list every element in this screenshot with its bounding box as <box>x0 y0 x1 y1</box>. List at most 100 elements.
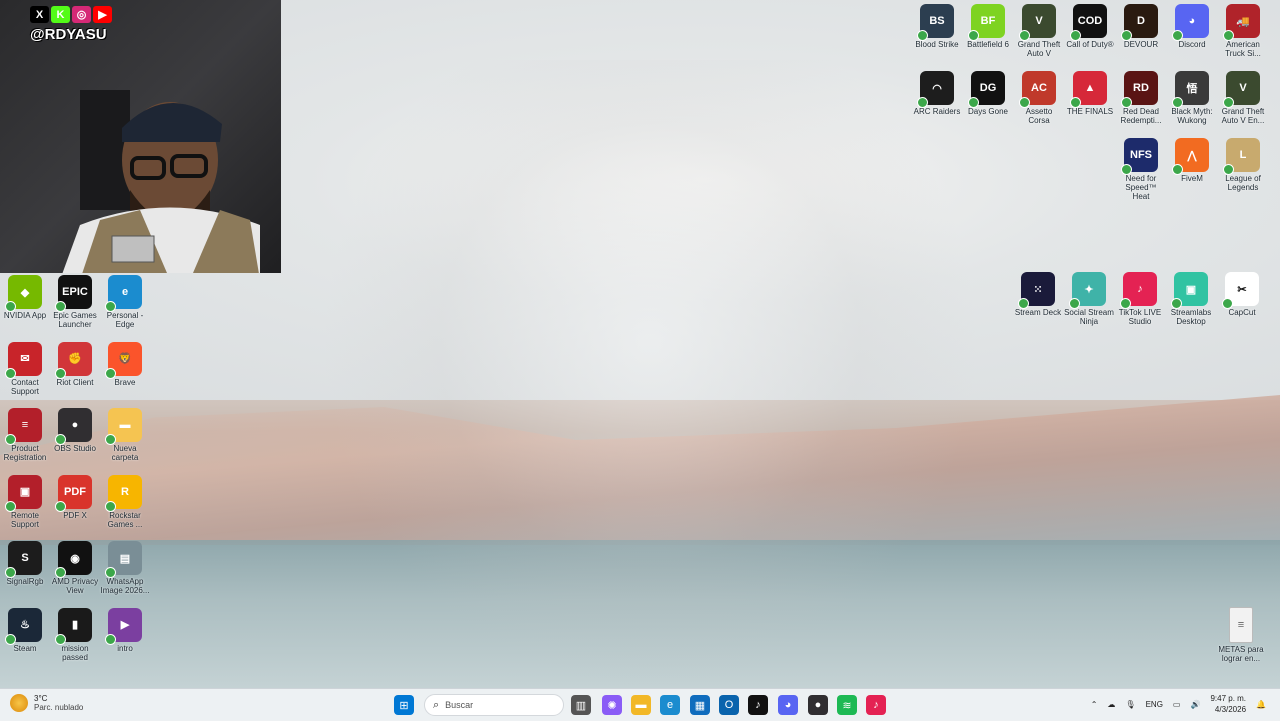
desktop-icon-product-registration[interactable]: ≡ Product Registration <box>0 408 50 462</box>
desktop-icon-image-file[interactable]: ▤ WhatsApp Image 2026... <box>100 541 150 595</box>
desktop-icon-contact-support[interactable]: ✉ Contact Support <box>0 341 50 396</box>
desktop-icon-edge[interactable]: e Personal - Edge <box>100 275 150 329</box>
folder-icon: ▬ <box>105 408 142 445</box>
desktop-icon-black-myth[interactable]: 悟 Black Myth: Wukong <box>1167 71 1217 125</box>
desktop-icon-label: Product Registration <box>3 444 47 462</box>
spotify-icon[interactable]: ≋ <box>837 695 857 715</box>
desktop-icon-assetto-corsa[interactable]: AC Assetto Corsa <box>1014 71 1064 125</box>
notification-bell-icon[interactable]: 🔔 <box>1256 700 1266 709</box>
nvidia-icon: ◆ <box>5 275 42 312</box>
x-icon: X <box>30 6 49 23</box>
desktop-icon-gta-v-enhanced[interactable]: V Grand Theft Auto V En... <box>1218 71 1268 125</box>
file-explorer-icon[interactable]: ▬ <box>631 695 651 715</box>
desktop-icon-remote-support[interactable]: ▣ Remote Support <box>0 474 50 529</box>
desktop-icon-red-dead[interactable]: RD Red Dead Redempti... <box>1116 71 1166 125</box>
desktop-icon-days-gone[interactable]: DG Days Gone <box>963 71 1013 116</box>
desktop-icon-nvidia[interactable]: ◆ NVIDIA App <box>0 275 50 320</box>
sync-check-icon <box>1121 30 1132 41</box>
sync-check-icon <box>1018 298 1029 309</box>
desktop-icon-pdf-x[interactable]: PDF PDF X <box>50 474 100 520</box>
desktop-icon-discord[interactable]: ◕ Discord <box>1167 4 1217 49</box>
desktop-icon-metas[interactable]: ≡ METAS para lograr en... <box>1216 607 1266 663</box>
obs-icon: ● <box>55 408 92 445</box>
desktop-icon-devour[interactable]: D DEVOUR <box>1116 4 1166 49</box>
desktop-icon-steam[interactable]: ♨ Steam <box>0 607 50 653</box>
store-icon[interactable]: ▦ <box>690 695 710 715</box>
wallpaper-webcam-ghost <box>320 60 980 690</box>
desktop-icon-label: Call of Duty® <box>1066 40 1114 49</box>
desktop-icon-blood-strike[interactable]: BS Blood Strike <box>912 4 962 49</box>
desktop-icon-label: CapCut <box>1228 308 1256 317</box>
desktop-icon-brave[interactable]: 🦁 Brave <box>100 341 150 387</box>
desktop-icon-video-clip[interactable]: ▶ intro <box>100 607 150 653</box>
desktop-icon-signalrgb[interactable]: S SignalRgb <box>0 541 50 586</box>
desktop-icon-label: Rockstar Games ... <box>107 510 143 529</box>
desktop-icon-call-of-duty[interactable]: COD Call of Duty® <box>1065 4 1115 49</box>
desktop-icon-american-truck[interactable]: 🚚 American Truck Si... <box>1218 4 1268 58</box>
outlook-icon[interactable]: O <box>719 695 739 715</box>
desktop-icon-label: Nueva carpeta <box>111 444 139 462</box>
chevron-up-icon[interactable]: ⌃ <box>1091 700 1098 709</box>
obs-taskbar-icon[interactable]: ● <box>808 695 828 715</box>
desktop-icon-obs[interactable]: ● OBS Studio <box>50 408 100 453</box>
desktop-icon-league-of-legends[interactable]: L League of Legends <box>1218 138 1268 192</box>
sync-check-icon <box>1223 97 1234 108</box>
desktop-icon-nfs-heat[interactable]: NFS Need for Speed™ Heat <box>1116 138 1166 201</box>
task-view-icon[interactable]: ▥ <box>571 695 591 715</box>
desktop-icon-folder[interactable]: ▬ Nueva carpeta <box>100 408 150 462</box>
desktop-icon-tiktok-live-studio[interactable]: ♪ TikTok LIVE Studio <box>1115 272 1165 326</box>
image-file-icon: ▤ <box>105 541 142 578</box>
network-icon[interactable]: ▭ <box>1173 700 1181 709</box>
desktop-icon-riot-client[interactable]: ✊ Riot Client <box>50 341 100 387</box>
desktop-icon-video-file[interactable]: ▮ mission passed <box>50 607 100 662</box>
tiktok-live-taskbar-icon[interactable]: ♪ <box>866 695 886 715</box>
desktop-icon-rockstar[interactable]: R Rockstar Games ... <box>100 474 150 529</box>
tiktok-taskbar-icon[interactable]: ♪ <box>748 695 768 715</box>
gta-v-enhanced-icon: V <box>1223 71 1260 108</box>
days-gone-icon: DG <box>968 71 1005 108</box>
edge-icon: e <box>105 275 142 312</box>
volume-icon[interactable]: 🔊 <box>1190 700 1200 709</box>
discord-icon: ◕ <box>1172 4 1209 41</box>
desktop-icon-gta-v[interactable]: V Grand Theft Auto V <box>1014 4 1064 58</box>
desktop-icon-stream-deck[interactable]: ⁙ Stream Deck <box>1013 272 1063 317</box>
signalrgb-icon: S <box>5 541 42 578</box>
onedrive-icon[interactable]: ☁ <box>1107 700 1115 709</box>
sync-check-icon <box>1019 30 1030 41</box>
desktop-icon-label: SignalRgb <box>6 577 44 586</box>
desktop-icon-label: Blood Strike <box>915 40 959 49</box>
weather-widget[interactable]: 3°C Parc. nublado <box>10 694 83 712</box>
microphone-icon[interactable]: 🎙 <box>1125 700 1135 709</box>
desktop-icon-the-finals[interactable]: ▲ THE FINALS <box>1065 71 1115 116</box>
windows-start-icon[interactable]: ⊞ <box>394 695 414 715</box>
discord-taskbar-icon[interactable]: ◕ <box>778 695 798 715</box>
blood-strike-icon: BS <box>917 4 954 41</box>
clock-time: 9:47 p. m. <box>1210 694 1247 703</box>
desktop-icon-label: Black Myth: Wukong <box>1171 107 1213 125</box>
clock[interactable]: 9:47 p. m. 4/3/2026 <box>1210 693 1246 715</box>
desktop-icon-epic-games[interactable]: EPIC Epic Games Launcher <box>50 275 100 329</box>
remote-support-icon: ▣ <box>5 474 42 512</box>
desktop-icon-capcut[interactable]: ✂ CapCut <box>1217 272 1267 317</box>
desktop-icon-label: Epic Games Launcher <box>53 311 97 329</box>
copilot-icon[interactable]: ✺ <box>602 695 622 715</box>
desktop-icon-label: Steam <box>13 643 37 653</box>
desktop-icon-label: Streamlabs Desktop <box>1170 308 1212 326</box>
desktop-icon-social-stream-ninja[interactable]: ✦ Social Stream Ninja <box>1064 272 1114 326</box>
language-indicator[interactable]: ENG <box>1146 700 1163 709</box>
tiktok-live-studio-icon: ♪ <box>1120 272 1157 309</box>
edge-taskbar-icon[interactable]: e <box>660 695 680 715</box>
webcam-overlay: X K ◎ ▶ @RDYASU <box>0 0 281 273</box>
desktop-icon-label: Riot Client <box>56 377 94 387</box>
desktop-icon-arc-raiders[interactable]: ◠ ARC Raiders <box>912 71 962 116</box>
rockstar-icon: R <box>105 474 142 512</box>
desktop-icon-battlefield[interactable]: BF Battlefield 6 <box>963 4 1013 49</box>
taskbar-search[interactable]: ⌕ Buscar <box>424 694 564 716</box>
desktop-icon-amd-privacy[interactable]: ◉ AMD Privacy View <box>50 541 100 595</box>
sync-check-icon <box>1121 97 1132 108</box>
sync-check-icon <box>5 567 16 578</box>
sync-check-icon <box>105 633 116 645</box>
desktop-icon-fivem[interactable]: ⋀ FiveM <box>1167 138 1217 183</box>
desktop-icon-label: intro <box>117 643 133 653</box>
desktop-icon-streamlabs[interactable]: ▣ Streamlabs Desktop <box>1166 272 1216 326</box>
